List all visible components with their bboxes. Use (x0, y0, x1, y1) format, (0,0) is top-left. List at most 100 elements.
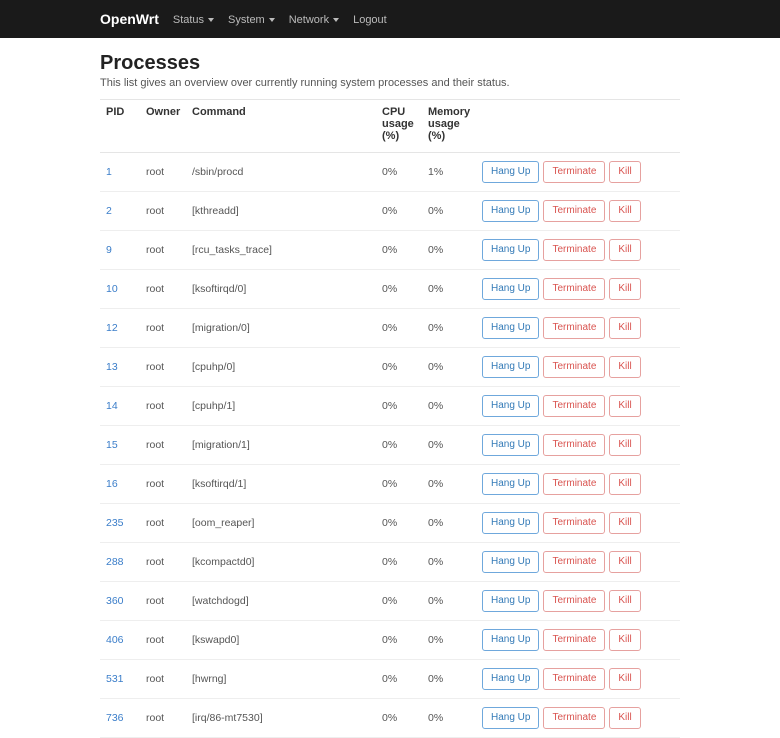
kill-button[interactable]: Kill (609, 161, 640, 183)
cell-owner: root (140, 270, 186, 309)
cell-pid: 15 (100, 426, 140, 465)
kill-button[interactable]: Kill (609, 317, 640, 339)
cell-cpu: 0% (376, 387, 422, 426)
cell-mem: 0% (422, 426, 476, 465)
terminate-button[interactable]: Terminate (543, 395, 605, 417)
cell-cpu: 0% (376, 270, 422, 309)
nav-item-status[interactable]: Status (173, 14, 214, 26)
table-row: 288root[kcompactd0]0%0%Hang UpTerminateK… (100, 543, 680, 582)
cell-mem: 0% (422, 387, 476, 426)
hangup-button[interactable]: Hang Up (482, 395, 539, 417)
kill-button[interactable]: Kill (609, 590, 640, 612)
terminate-button[interactable]: Terminate (543, 590, 605, 612)
nav-item-logout[interactable]: Logout (353, 14, 387, 26)
col-pid: PID (100, 100, 140, 153)
brand-link[interactable]: OpenWrt (100, 11, 159, 27)
kill-button[interactable]: Kill (609, 356, 640, 378)
cell-actions: Hang UpTerminateKill (476, 504, 680, 543)
terminate-button[interactable]: Terminate (543, 278, 605, 300)
table-row: 736root[irq/86-mt7530]0%0%Hang UpTermina… (100, 699, 680, 738)
page-description: This list gives an overview over current… (100, 77, 680, 89)
cell-owner: root (140, 192, 186, 231)
cell-mem: 1% (422, 153, 476, 192)
kill-button[interactable]: Kill (609, 629, 640, 651)
cell-owner: root (140, 699, 186, 738)
kill-button[interactable]: Kill (609, 512, 640, 534)
hangup-button[interactable]: Hang Up (482, 590, 539, 612)
cell-mem: 0% (422, 270, 476, 309)
terminate-button[interactable]: Terminate (543, 473, 605, 495)
terminate-button[interactable]: Terminate (543, 356, 605, 378)
hangup-button[interactable]: Hang Up (482, 551, 539, 573)
hangup-button[interactable]: Hang Up (482, 629, 539, 651)
hangup-button[interactable]: Hang Up (482, 434, 539, 456)
cell-actions: Hang UpTerminateKill (476, 699, 680, 738)
nav-item-network[interactable]: Network (289, 14, 339, 26)
terminate-button[interactable]: Terminate (543, 200, 605, 222)
hangup-button[interactable]: Hang Up (482, 356, 539, 378)
hangup-button[interactable]: Hang Up (482, 278, 539, 300)
cell-owner: root (140, 582, 186, 621)
table-row: 1root/sbin/procd0%1%Hang UpTerminateKill (100, 153, 680, 192)
chevron-down-icon (208, 18, 214, 22)
kill-button[interactable]: Kill (609, 278, 640, 300)
terminate-button[interactable]: Terminate (543, 551, 605, 573)
terminate-button[interactable]: Terminate (543, 161, 605, 183)
table-row: 13root[cpuhp/0]0%0%Hang UpTerminateKill (100, 348, 680, 387)
terminate-button[interactable]: Terminate (543, 434, 605, 456)
cell-owner: root (140, 465, 186, 504)
cell-actions: Hang UpTerminateKill (476, 582, 680, 621)
kill-button[interactable]: Kill (609, 551, 640, 573)
cell-cpu: 0% (376, 621, 422, 660)
hangup-button[interactable]: Hang Up (482, 473, 539, 495)
nav-item-system[interactable]: System (228, 14, 275, 26)
kill-button[interactable]: Kill (609, 473, 640, 495)
table-row: 406root[kswapd0]0%0%Hang UpTerminateKill (100, 621, 680, 660)
cell-owner: root (140, 309, 186, 348)
cell-command: [ksoftirqd/1] (186, 465, 376, 504)
cell-pid: 2 (100, 192, 140, 231)
cell-actions: Hang UpTerminateKill (476, 426, 680, 465)
cell-pid: 14 (100, 387, 140, 426)
hangup-button[interactable]: Hang Up (482, 239, 539, 261)
chevron-down-icon (269, 18, 275, 22)
col-owner: Owner (140, 100, 186, 153)
hangup-button[interactable]: Hang Up (482, 200, 539, 222)
terminate-button[interactable]: Terminate (543, 707, 605, 729)
hangup-button[interactable]: Hang Up (482, 707, 539, 729)
terminate-button[interactable]: Terminate (543, 239, 605, 261)
table-row: 12root[migration/0]0%0%Hang UpTerminateK… (100, 309, 680, 348)
kill-button[interactable]: Kill (609, 395, 640, 417)
hangup-button[interactable]: Hang Up (482, 161, 539, 183)
kill-button[interactable]: Kill (609, 239, 640, 261)
kill-button[interactable]: Kill (609, 668, 640, 690)
cell-owner: root (140, 153, 186, 192)
table-row: 16root[ksoftirqd/1]0%0%Hang UpTerminateK… (100, 465, 680, 504)
kill-button[interactable]: Kill (609, 200, 640, 222)
cell-pid: 406 (100, 621, 140, 660)
table-row: 360root[watchdogd]0%0%Hang UpTerminateKi… (100, 582, 680, 621)
terminate-button[interactable]: Terminate (543, 629, 605, 651)
table-header-row: PID Owner Command CPU usage (%) Memory u… (100, 100, 680, 153)
cell-command: [cpuhp/1] (186, 387, 376, 426)
cell-actions: Hang UpTerminateKill (476, 309, 680, 348)
cell-command: [migration/0] (186, 309, 376, 348)
kill-button[interactable]: Kill (609, 707, 640, 729)
cell-command: [hwrng] (186, 660, 376, 699)
kill-button[interactable]: Kill (609, 434, 640, 456)
cell-cpu: 0% (376, 582, 422, 621)
hangup-button[interactable]: Hang Up (482, 317, 539, 339)
col-command: Command (186, 100, 376, 153)
terminate-button[interactable]: Terminate (543, 512, 605, 534)
terminate-button[interactable]: Terminate (543, 668, 605, 690)
hangup-button[interactable]: Hang Up (482, 512, 539, 534)
cell-cpu: 0% (376, 348, 422, 387)
cell-command: [kswapd0] (186, 621, 376, 660)
cell-pid: 1 (100, 153, 140, 192)
cell-cpu: 0% (376, 231, 422, 270)
table-row: 10root[ksoftirqd/0]0%0%Hang UpTerminateK… (100, 270, 680, 309)
terminate-button[interactable]: Terminate (543, 317, 605, 339)
hangup-button[interactable]: Hang Up (482, 668, 539, 690)
nav-item-label: System (228, 14, 265, 26)
cell-mem: 0% (422, 543, 476, 582)
